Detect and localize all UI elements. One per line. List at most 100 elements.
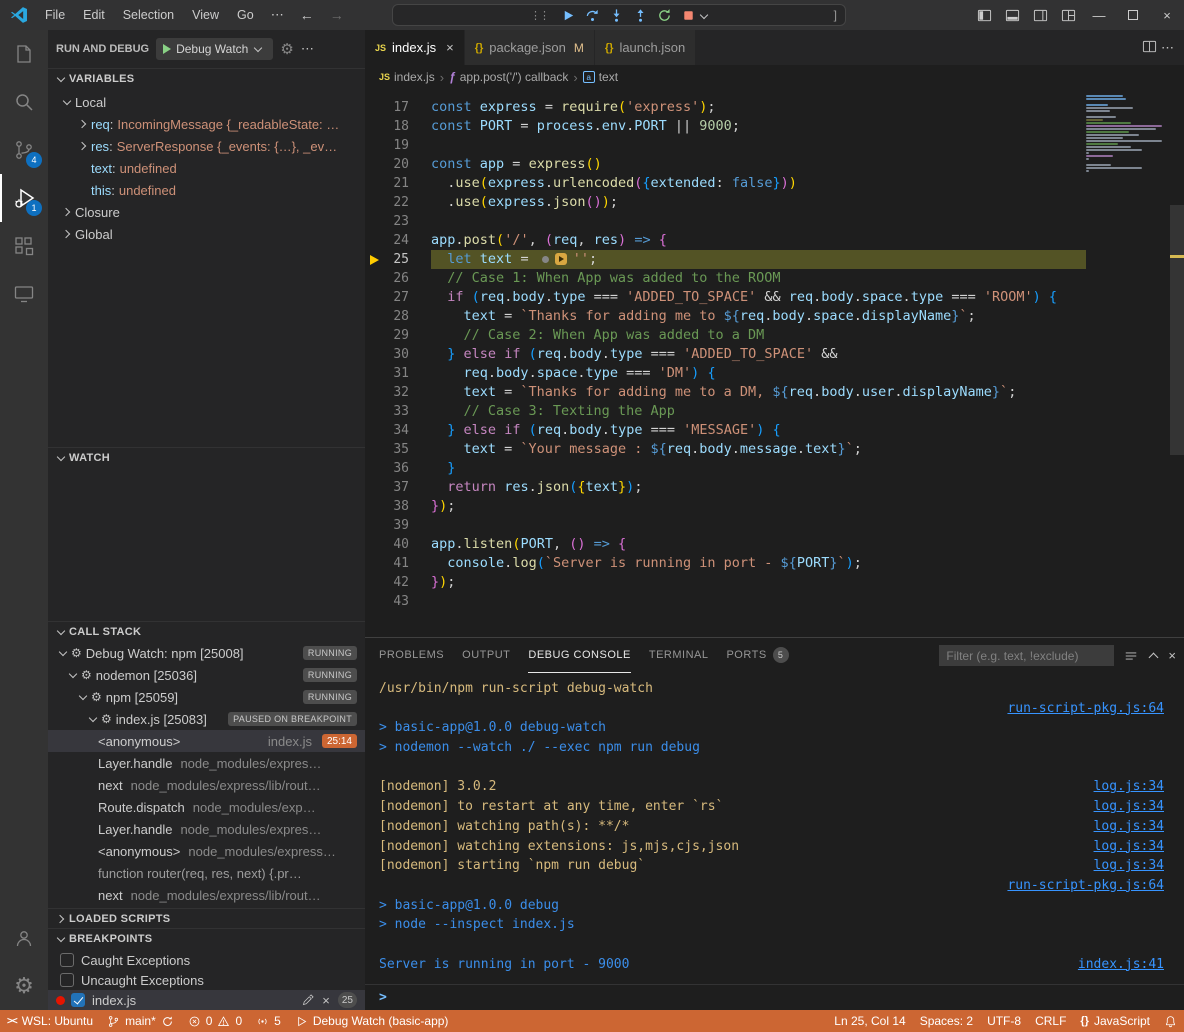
menu-overflow[interactable]: ⋯	[263, 7, 292, 23]
back-button[interactable]: ←	[292, 7, 322, 23]
toggle-secondary-sidebar-button[interactable]	[1026, 0, 1054, 30]
notifications[interactable]	[1157, 1010, 1184, 1032]
breadcrumb-item[interactable]: ƒapp.post('/') callback	[449, 70, 568, 84]
breakpoint-gutter[interactable]	[365, 250, 391, 269]
code-line[interactable]: 19	[365, 136, 1086, 155]
code-line[interactable]: 17const express = require('express');	[365, 98, 1086, 117]
code-line[interactable]: 26 // Case 1: When App was added to the …	[365, 269, 1086, 288]
debug-config-dropdown[interactable]: Debug Watch	[156, 38, 273, 60]
variable-row[interactable]: Local	[48, 91, 365, 113]
breadcrumb-item[interactable]: JSindex.js	[379, 70, 435, 84]
breakpoint-gutter[interactable]	[365, 155, 391, 174]
continue-button[interactable]	[558, 5, 578, 25]
tab-index.js[interactable]: JSindex.js×	[365, 30, 465, 65]
section-loaded-scripts[interactable]: LOADED SCRIPTS	[48, 908, 365, 928]
menu-item-view[interactable]: View	[183, 0, 228, 30]
source-link[interactable]: log.js:34	[1094, 856, 1184, 876]
activity-extensions[interactable]	[0, 222, 48, 270]
breakpoint-gutter[interactable]	[365, 440, 391, 459]
breakpoint-checkbox[interactable]	[71, 993, 85, 1007]
debug-toolbar-grip[interactable]: ⋮⋮	[530, 9, 548, 22]
tab-close-icon[interactable]: ×	[446, 40, 454, 55]
breakpoint-gutter[interactable]	[365, 592, 391, 611]
call-stack-frame-row[interactable]: nextnode_modules/express/lib/rout…	[48, 884, 365, 906]
code-line[interactable]: 31 req.body.space.type === 'DM') {	[365, 364, 1086, 383]
breakpoint-gutter[interactable]	[365, 516, 391, 535]
menu-item-edit[interactable]: Edit	[74, 0, 114, 30]
maximize-button[interactable]	[1116, 0, 1150, 30]
breakpoint-row[interactable]: index.js×25	[48, 990, 365, 1010]
step-out-button[interactable]	[630, 5, 650, 25]
close-button[interactable]: ×	[1150, 0, 1184, 30]
code-line[interactable]: 40app.listen(PORT, () => {	[365, 535, 1086, 554]
menu-item-selection[interactable]: Selection	[114, 0, 183, 30]
code-line[interactable]: 38});	[365, 497, 1086, 516]
variable-row[interactable]: text:undefined	[48, 157, 365, 179]
section-call-stack[interactable]: CALL STACK	[48, 621, 365, 641]
variable-row[interactable]: this:undefined	[48, 179, 365, 201]
source-link[interactable]: log.js:34	[1094, 837, 1184, 857]
code-line[interactable]: 24app.post('/', (req, res) => {	[365, 231, 1086, 250]
breakpoint-gutter[interactable]	[365, 288, 391, 307]
code-line[interactable]: 37 return res.json({text});	[365, 478, 1086, 497]
call-stack-frame-row[interactable]: Route.dispatchnode_modules/exp…	[48, 796, 365, 818]
customize-layout-button[interactable]	[1054, 0, 1082, 30]
breakpoint-gutter[interactable]	[365, 364, 391, 383]
breakpoint-gutter[interactable]	[365, 459, 391, 478]
breakpoint-checkbox[interactable]	[60, 973, 74, 987]
edit-breakpoint-icon[interactable]	[301, 994, 314, 1007]
eol[interactable]: CRLF	[1028, 1010, 1073, 1032]
language-mode[interactable]: {}JavaScript	[1073, 1010, 1157, 1032]
editor-more-actions[interactable]: ⋯	[1161, 40, 1174, 56]
debug-console-input[interactable]: >	[365, 984, 1184, 1010]
problems[interactable]: 00	[181, 1010, 249, 1032]
code-editor[interactable]: 17const express = require('express');18c…	[365, 89, 1184, 637]
call-stack-session-row[interactable]: ⚙index.js [25083]PAUSED ON BREAKPOINT	[48, 708, 365, 730]
stop-button[interactable]	[678, 5, 698, 25]
debug-settings-gear-icon[interactable]: ⚙	[280, 40, 293, 58]
forwarded-ports[interactable]: 5	[249, 1010, 288, 1032]
menu-item-file[interactable]: File	[36, 0, 74, 30]
tab-package.json[interactable]: {}package.jsonM	[465, 30, 595, 65]
panel-tab-terminal[interactable]: TERMINAL	[649, 638, 709, 673]
git-branch[interactable]: main*	[100, 1010, 181, 1032]
source-link[interactable]: log.js:34	[1094, 797, 1184, 817]
call-stack-frame-row[interactable]: Layer.handlenode_modules/expres…	[48, 752, 365, 774]
activity-remote-explorer[interactable]	[0, 270, 48, 318]
breakpoint-gutter[interactable]	[365, 98, 391, 117]
breakpoint-checkbox[interactable]	[60, 953, 74, 967]
breakpoint-gutter[interactable]	[365, 497, 391, 516]
panel-tab-output[interactable]: OUTPUT	[462, 638, 510, 673]
remove-breakpoint-icon[interactable]: ×	[322, 993, 330, 1008]
remote-indicator[interactable]: ><WSL: Ubuntu	[0, 1010, 100, 1032]
call-stack-frame-row[interactable]: <anonymous>index.js25:14	[48, 730, 365, 752]
code-line[interactable]: 28 text = `Thanks for adding me to ${req…	[365, 307, 1086, 326]
command-center[interactable]: ⋮⋮ ]	[392, 4, 846, 26]
code-line[interactable]: 22 .use(express.json());	[365, 193, 1086, 212]
breakpoint-gutter[interactable]	[365, 136, 391, 155]
breakpoint-gutter[interactable]	[365, 269, 391, 288]
sidebar-more-actions[interactable]: ⋯	[301, 41, 314, 57]
breakpoint-row[interactable]: Caught Exceptions	[48, 950, 365, 970]
restart-button[interactable]	[654, 5, 674, 25]
call-stack-frame-row[interactable]: Layer.handlenode_modules/expres…	[48, 818, 365, 840]
breakpoint-gutter[interactable]	[365, 117, 391, 136]
code-line[interactable]: 29 // Case 2: When App was added to a DM	[365, 326, 1086, 345]
panel-maximize-chevron[interactable]	[1148, 651, 1158, 661]
code-line[interactable]: 30 } else if (req.body.type === 'ADDED_T…	[365, 345, 1086, 364]
code-line[interactable]: 25 let text = '';	[365, 250, 1086, 269]
call-stack-frame-row[interactable]: <anonymous>node_modules/express…	[48, 840, 365, 862]
code-line[interactable]: 36 }	[365, 459, 1086, 478]
breakpoint-gutter[interactable]	[365, 193, 391, 212]
breakpoint-gutter[interactable]	[365, 231, 391, 250]
code-line[interactable]: 23	[365, 212, 1086, 231]
call-stack-frame-row[interactable]: nextnode_modules/express/lib/rout…	[48, 774, 365, 796]
toggle-sidebar-button[interactable]	[970, 0, 998, 30]
account-button[interactable]	[0, 914, 48, 962]
code-line[interactable]: 21 .use(express.urlencoded({extended: fa…	[365, 174, 1086, 193]
call-stack-session-row[interactable]: ⚙nodemon [25036]RUNNING	[48, 664, 365, 686]
tab-launch.json[interactable]: {}launch.json	[595, 30, 696, 65]
code-line[interactable]: 32 text = `Thanks for adding me to a DM,…	[365, 383, 1086, 402]
variable-row[interactable]: req:IncomingMessage {_readableState: …	[48, 113, 365, 135]
console-filter-input[interactable]	[939, 645, 1114, 666]
